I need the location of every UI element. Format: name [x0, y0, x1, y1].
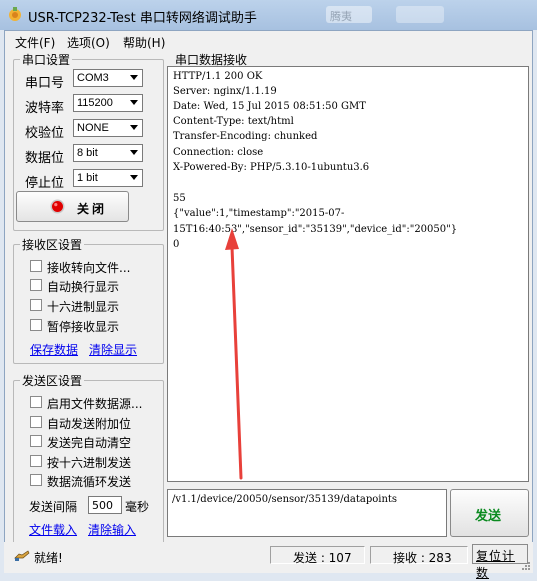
status-ready: 就绪!: [34, 551, 63, 565]
send-interval-value: 500: [92, 499, 113, 512]
menu-options[interactable]: 选项(O): [67, 34, 110, 51]
chevron-down-icon[interactable]: [127, 121, 141, 135]
stop-bits-label: 停止位: [25, 176, 65, 191]
checkbox-box[interactable]: [30, 474, 42, 486]
recv-line: 55: [173, 193, 186, 204]
loop-send-label: 数据流循环发送: [47, 475, 132, 489]
recv-line: Connection: close: [173, 147, 264, 158]
serial-port-label: 串口号: [25, 76, 65, 91]
data-bits-row: 数据位 8 bit: [25, 144, 147, 166]
checkbox-box[interactable]: [30, 279, 42, 291]
stop-bits-value: 1 bit: [77, 172, 98, 184]
hex-display-label: 十六进制显示: [47, 300, 120, 314]
title-bar[interactable]: USR-TCP232-Test 串口转网络调试助手 腾夷: [0, 0, 537, 30]
checkbox-box[interactable]: [30, 416, 42, 428]
data-bits-label: 数据位: [25, 151, 65, 166]
recv-line: HTTP/1.1 200 OK: [173, 71, 263, 82]
send-interval-unit: 毫秒: [125, 500, 150, 514]
recv-to-file-label: 接收转向文件...: [47, 261, 131, 275]
recv-line: Transfer-Encoding: chunked: [173, 131, 318, 142]
auto-clear-label: 发送完自动清空: [47, 436, 132, 450]
sent-count: 发送 : 107: [293, 551, 352, 565]
recv-line: {"value":1,"timestamp":"2015-07-: [173, 208, 345, 219]
chevron-down-icon[interactable]: [127, 146, 141, 160]
checkbox-box[interactable]: [30, 299, 42, 311]
serial-port-row: 串口号 COM3: [25, 69, 147, 91]
data-bits-value: 8 bit: [77, 147, 98, 159]
parity-row: 校验位 NONE: [25, 119, 147, 141]
received-count: 接收 : 283: [393, 551, 452, 565]
title-blurred-text: 腾夷: [330, 10, 352, 23]
receive-textarea[interactable]: HTTP/1.1 200 OK Server: nginx/1.1.19 Dat…: [167, 66, 529, 482]
save-data-link[interactable]: 保存数据: [30, 341, 78, 358]
checkbox-box[interactable]: [30, 260, 42, 272]
chevron-down-icon[interactable]: [127, 171, 141, 185]
chevron-down-icon[interactable]: [127, 96, 141, 110]
file-source-label: 启用文件数据源...: [47, 397, 143, 411]
checkbox-box[interactable]: [30, 396, 42, 408]
close-port-button[interactable]: 关闭: [16, 191, 129, 222]
app-icon: [9, 7, 21, 21]
hex-send-label: 按十六进制发送: [47, 456, 132, 470]
baud-rate-select[interactable]: 115200: [73, 94, 143, 112]
chevron-down-icon[interactable]: [127, 71, 141, 85]
close-port-label: 关闭: [77, 202, 108, 216]
stop-bits-select[interactable]: 1 bit: [73, 169, 143, 187]
menu-file[interactable]: 文件(F): [15, 34, 55, 51]
receive-settings-legend: 接收区设置: [20, 236, 85, 253]
resize-grip-icon[interactable]: [520, 560, 530, 570]
checkbox-box[interactable]: [30, 435, 42, 447]
stop-bits-row: 停止位 1 bit: [25, 169, 147, 191]
recv-line: 15T16:40:53","sensor_id":"35139","device…: [173, 224, 458, 235]
parity-label: 校验位: [25, 126, 65, 141]
parity-select[interactable]: NONE: [73, 119, 143, 137]
send-input-value: /v1.1/device/20050/sensor/35139/datapoin…: [172, 494, 398, 505]
recv-line: X-Powered-By: PHP/5.3.10-1ubuntu3.6: [173, 162, 370, 173]
baud-rate-row: 波特率 115200: [25, 94, 147, 116]
clear-display-link[interactable]: 清除显示: [89, 341, 137, 358]
recv-line: 0: [173, 239, 180, 250]
title-blur-overlay-2: [396, 6, 444, 23]
recv-line: Content-Type: text/html: [173, 116, 294, 127]
send-interval-label: 发送间隔: [29, 500, 78, 514]
status-bar: 就绪! 发送 : 107 接收 : 283 复位计数: [4, 542, 533, 580]
auto-append-label: 自动发送附加位: [47, 417, 132, 431]
menu-help[interactable]: 帮助(H): [123, 34, 165, 51]
checkbox-box[interactable]: [30, 455, 42, 467]
received-count-cell: 接收 : 283: [370, 546, 468, 565]
clear-input-link[interactable]: 清除输入: [88, 521, 136, 538]
parity-value: NONE: [77, 122, 109, 134]
serial-port-value: COM3: [77, 72, 109, 84]
sent-count-cell: 发送 : 107: [270, 546, 365, 565]
recv-line: Server: nginx/1.1.19: [173, 86, 277, 97]
hand-icon: [14, 550, 30, 561]
send-interval-input[interactable]: 500: [88, 496, 122, 514]
checkbox-box[interactable]: [30, 319, 42, 331]
baud-rate-label: 波特率: [25, 101, 65, 116]
menu-bar: 文件(F) 选项(O) 帮助(H): [5, 31, 532, 51]
window-title: USR-TCP232-Test 串口转网络调试助手: [28, 11, 257, 26]
record-dot-icon: [50, 199, 65, 214]
serial-port-select[interactable]: COM3: [73, 69, 143, 87]
send-button-label: 发送: [475, 509, 502, 524]
send-button[interactable]: 发送: [450, 489, 529, 537]
send-textarea[interactable]: /v1.1/device/20050/sensor/35139/datapoin…: [167, 489, 447, 537]
data-bits-select[interactable]: 8 bit: [73, 144, 143, 162]
send-settings-legend: 发送区设置: [20, 372, 85, 389]
load-file-link[interactable]: 文件载入: [29, 521, 77, 538]
recv-line: Date: Wed, 15 Jul 2015 08:51:50 GMT: [173, 101, 366, 112]
baud-rate-value: 115200: [77, 97, 113, 109]
serial-settings-legend: 串口设置: [20, 51, 73, 68]
pause-display-label: 暂停接收显示: [47, 320, 120, 334]
auto-wrap-label: 自动换行显示: [47, 280, 120, 294]
